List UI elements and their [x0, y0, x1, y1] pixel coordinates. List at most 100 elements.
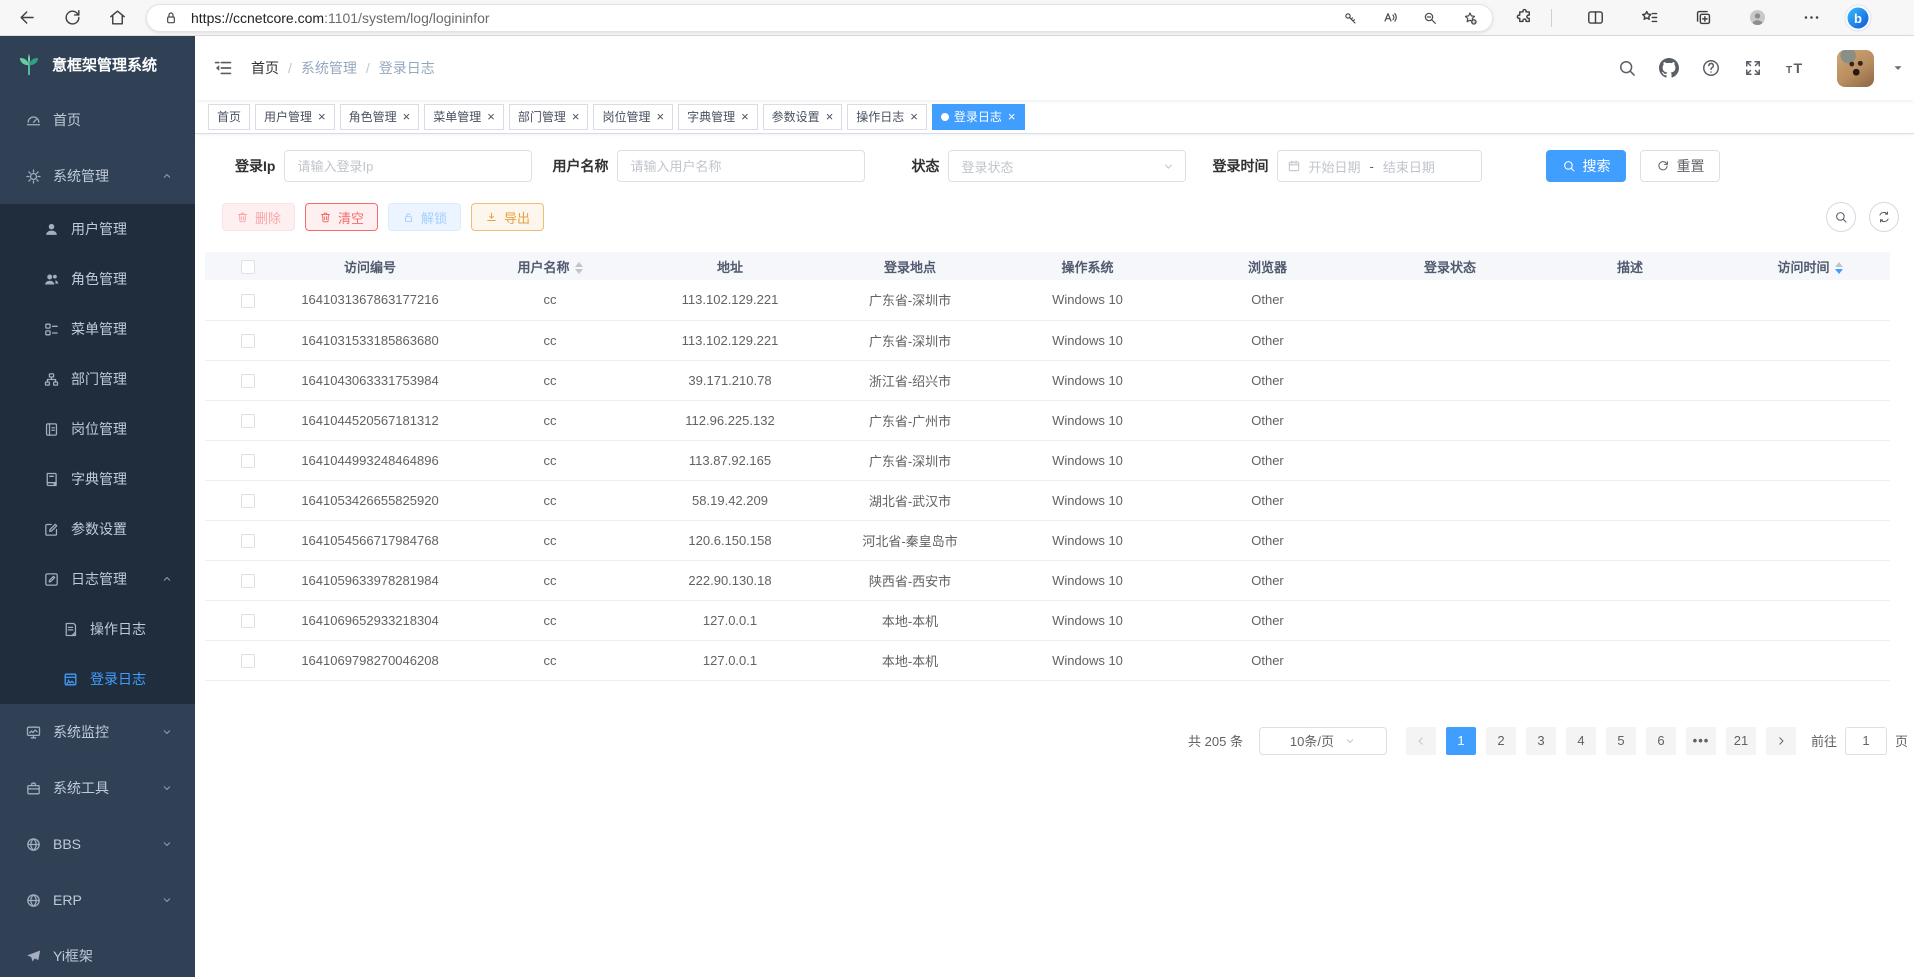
pager-next-button[interactable] — [1766, 727, 1796, 755]
row-checkbox[interactable] — [241, 334, 255, 348]
select-all-checkbox[interactable] — [241, 260, 255, 274]
user-name-input[interactable] — [617, 150, 865, 182]
header-search-icon[interactable] — [1617, 58, 1637, 78]
tab-close-icon[interactable]: × — [910, 110, 918, 123]
sidebar-item-home[interactable]: 首页 — [0, 92, 195, 148]
lock-icon[interactable] — [159, 6, 183, 30]
browser-profile-icon[interactable] — [1742, 4, 1772, 32]
sidebar-item-role-management[interactable]: 角色管理 — [0, 254, 195, 304]
browser-refresh-icon[interactable] — [57, 4, 87, 32]
unlock-button[interactable]: 解锁 — [388, 203, 461, 231]
tab-菜单管理[interactable]: 菜单管理× — [424, 104, 504, 130]
sidebar-item-dict-management[interactable]: 字典管理 — [0, 454, 195, 504]
sidebar-item-dept-management[interactable]: 部门管理 — [0, 354, 195, 404]
avatar-caret-icon[interactable] — [1892, 62, 1904, 74]
tab-操作日志[interactable]: 操作日志× — [847, 104, 927, 130]
sidebar-item-login-log[interactable]: 登录日志 — [0, 654, 195, 704]
column-header-user[interactable]: 用户名称 — [450, 252, 650, 280]
sidebar-item-bbs[interactable]: BBS — [0, 816, 195, 872]
tab-close-icon[interactable]: × — [1008, 110, 1016, 123]
help-question-icon[interactable] — [1701, 58, 1721, 78]
user-avatar[interactable] — [1837, 50, 1874, 87]
pager-page-21[interactable]: 21 — [1726, 727, 1756, 755]
font-size-icon[interactable]: TT — [1785, 58, 1805, 78]
row-checkbox[interactable] — [241, 614, 255, 628]
export-button[interactable]: 导出 — [471, 203, 544, 231]
sidebar-item-system-monitor[interactable]: 系统监控 — [0, 704, 195, 760]
sidebar-item-post-management[interactable]: 岗位管理 — [0, 404, 195, 454]
status-select[interactable]: 登录状态 — [948, 150, 1186, 182]
password-key-icon[interactable] — [1338, 6, 1362, 30]
row-checkbox[interactable] — [241, 534, 255, 548]
search-button[interactable]: 搜索 — [1546, 150, 1626, 182]
table-search-toggle-button[interactable] — [1826, 202, 1856, 232]
sidebar-item-operation-log[interactable]: 操作日志 — [0, 604, 195, 654]
tab-参数设置[interactable]: 参数设置× — [763, 104, 843, 130]
tab-用户管理[interactable]: 用户管理× — [255, 104, 335, 130]
row-checkbox[interactable] — [241, 414, 255, 428]
tab-登录日志[interactable]: 登录日志× — [932, 104, 1025, 130]
read-aloud-icon[interactable] — [1378, 6, 1402, 30]
row-checkbox[interactable] — [241, 654, 255, 668]
zoom-out-icon[interactable] — [1418, 6, 1442, 30]
pager-page-4[interactable]: 4 — [1566, 727, 1596, 755]
delete-button[interactable]: 删除 — [222, 203, 295, 231]
tab-close-icon[interactable]: × — [487, 110, 495, 123]
column-header-time[interactable]: 访问时间 — [1730, 252, 1890, 280]
pager-prev-button[interactable] — [1406, 727, 1436, 755]
menu-fold-icon[interactable] — [213, 58, 233, 78]
tab-close-icon[interactable]: × — [572, 110, 580, 123]
sidebar-item-log-management[interactable]: 日志管理 — [0, 554, 195, 604]
row-checkbox[interactable] — [241, 454, 255, 468]
sidebar-item-system-tools[interactable]: 系统工具 — [0, 760, 195, 816]
tab-岗位管理[interactable]: 岗位管理× — [593, 104, 673, 130]
extensions-icon[interactable] — [1509, 4, 1539, 32]
sidebar-item-param-settings[interactable]: 参数设置 — [0, 504, 195, 554]
browser-back-icon[interactable] — [12, 4, 42, 32]
login-ip-input[interactable] — [284, 150, 532, 182]
tab-close-icon[interactable]: × — [826, 110, 834, 123]
cell-os: Windows 10 — [1010, 400, 1165, 440]
login-time-range-picker[interactable]: 开始日期 - 结束日期 — [1277, 150, 1482, 182]
pager-goto-input[interactable] — [1845, 727, 1887, 755]
tab-字典管理[interactable]: 字典管理× — [678, 104, 758, 130]
tab-close-icon[interactable]: × — [318, 110, 326, 123]
browser-more-icon[interactable] — [1796, 4, 1826, 32]
navbar-actions: TT — [1617, 50, 1904, 87]
sidebar-item-erp[interactable]: ERP — [0, 872, 195, 928]
row-checkbox[interactable] — [241, 294, 255, 308]
tab-部门管理[interactable]: 部门管理× — [509, 104, 589, 130]
pager-page-3[interactable]: 3 — [1526, 727, 1556, 755]
tab-close-icon[interactable]: × — [403, 110, 411, 123]
pager-page-5[interactable]: 5 — [1606, 727, 1636, 755]
clear-button[interactable]: 清空 — [305, 203, 378, 231]
pager-page-1[interactable]: 1 — [1446, 727, 1476, 755]
breadcrumb-home[interactable]: 首页 — [251, 58, 279, 78]
page-size-select[interactable]: 10条/页 — [1259, 727, 1387, 755]
row-checkbox[interactable] — [241, 574, 255, 588]
row-checkbox[interactable] — [241, 494, 255, 508]
table-refresh-button[interactable] — [1869, 202, 1899, 232]
row-checkbox[interactable] — [241, 374, 255, 388]
browser-home-icon[interactable] — [102, 4, 132, 32]
tab-close-icon[interactable]: × — [741, 110, 749, 123]
favorites-bar-icon[interactable] — [1634, 4, 1664, 32]
favorite-add-icon[interactable] — [1458, 6, 1482, 30]
sidebar-item-menu-management[interactable]: 菜单管理 — [0, 304, 195, 354]
tab-首页[interactable]: 首页 — [208, 104, 250, 130]
sidebar-item-user-management[interactable]: 用户管理 — [0, 204, 195, 254]
url-bar[interactable]: https://ccnetcore.com:1101/system/log/lo… — [146, 4, 1493, 32]
tab-角色管理[interactable]: 角色管理× — [340, 104, 420, 130]
sidebar-item-system-management[interactable]: 系统管理 — [0, 148, 195, 204]
split-screen-icon[interactable] — [1580, 4, 1610, 32]
github-icon[interactable] — [1659, 58, 1679, 78]
pager-page-2[interactable]: 2 — [1486, 727, 1516, 755]
bing-chat-icon[interactable]: b — [1844, 4, 1872, 32]
pager-page-6[interactable]: 6 — [1646, 727, 1676, 755]
reset-button[interactable]: 重置 — [1640, 150, 1720, 182]
pager-ellipsis[interactable]: ••• — [1686, 727, 1716, 755]
sidebar-item-yi-framework[interactable]: Yi框架 — [0, 928, 195, 977]
fullscreen-icon[interactable] — [1743, 58, 1763, 78]
collections-icon[interactable] — [1688, 4, 1718, 32]
tab-close-icon[interactable]: × — [656, 110, 664, 123]
